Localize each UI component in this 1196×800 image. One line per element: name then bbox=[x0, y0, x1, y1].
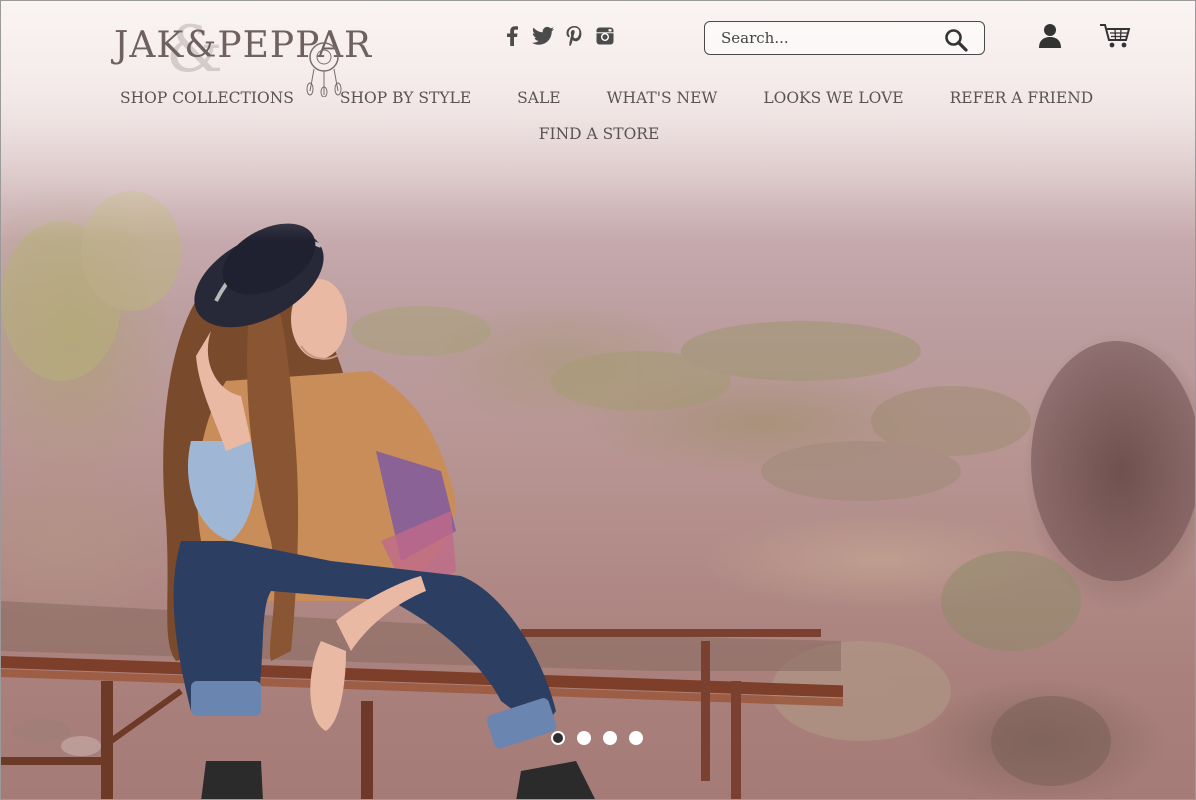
search-input[interactable] bbox=[705, 23, 935, 53]
nav-item-looks-we-love[interactable]: LOOKS WE LOVE bbox=[763, 89, 903, 107]
carousel-dot-2[interactable] bbox=[577, 731, 591, 745]
shopping-cart-icon[interactable] bbox=[1099, 23, 1131, 53]
twitter-icon[interactable] bbox=[532, 25, 554, 47]
nav-item-find-a-store[interactable]: FIND A STORE bbox=[539, 125, 660, 143]
instagram-icon[interactable] bbox=[594, 25, 616, 47]
pinterest-icon[interactable] bbox=[563, 25, 585, 47]
nav-item-whats-new[interactable]: WHAT'S NEW bbox=[607, 89, 718, 107]
social-links bbox=[501, 25, 616, 47]
site-header: & JAK&PEPPAR Search... SHOP COLLECTIONS … bbox=[1, 1, 1195, 151]
nav-row-primary: SHOP COLLECTIONS SHOP BY STYLE SALE WHAT… bbox=[120, 89, 1093, 107]
facebook-icon[interactable] bbox=[501, 25, 523, 47]
nav-item-sale[interactable]: SALE bbox=[517, 89, 560, 107]
nav-row-secondary: FIND A STORE bbox=[1, 124, 1195, 143]
carousel-dot-1[interactable] bbox=[551, 731, 565, 745]
nav-item-shop-collections[interactable]: SHOP COLLECTIONS bbox=[120, 89, 294, 107]
brand-logo[interactable]: & JAK&PEPPAR bbox=[114, 13, 371, 97]
carousel-indicators bbox=[551, 731, 643, 745]
page-frame: & JAK&PEPPAR Search... SHOP COLLECTIONS … bbox=[0, 0, 1196, 800]
search-icon[interactable] bbox=[944, 28, 968, 56]
account-icon[interactable] bbox=[1038, 23, 1062, 53]
nav-item-refer-a-friend[interactable]: REFER A FRIEND bbox=[950, 89, 1094, 107]
nav-item-shop-by-style[interactable]: SHOP BY STYLE bbox=[340, 89, 471, 107]
carousel-dot-4[interactable] bbox=[629, 731, 643, 745]
search-box bbox=[704, 21, 985, 55]
carousel-dot-3[interactable] bbox=[603, 731, 617, 745]
